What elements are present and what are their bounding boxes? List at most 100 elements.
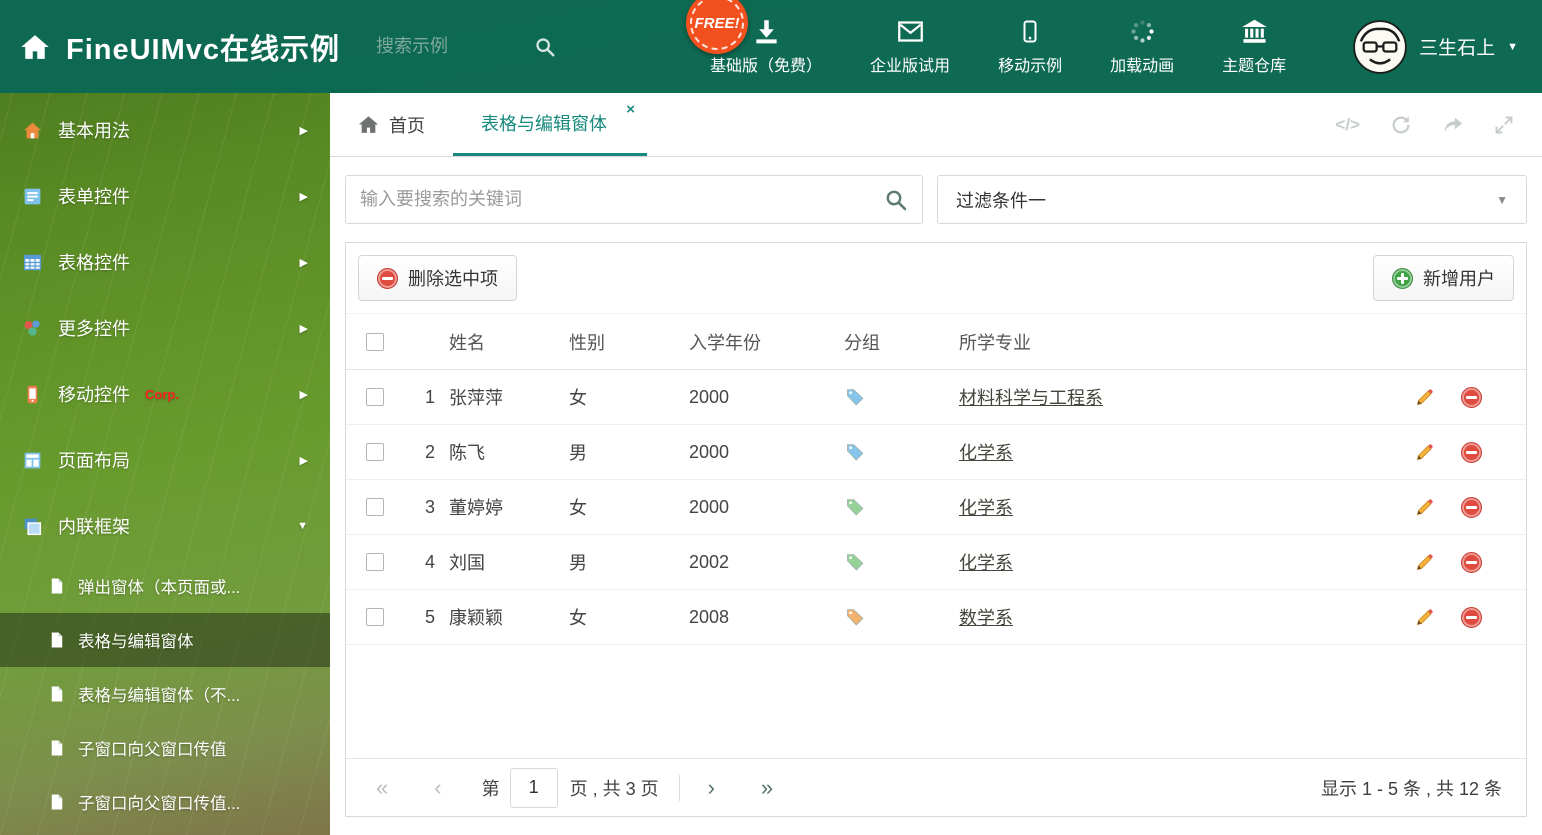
sidebar-item-more-controls[interactable]: 更多控件 ▶	[0, 295, 330, 361]
plus-circle-icon	[1392, 267, 1413, 289]
cell-gender: 女	[569, 498, 587, 518]
last-page-button[interactable]: »	[755, 776, 779, 799]
file-icon	[48, 739, 66, 757]
delete-row-icon[interactable]	[1461, 551, 1482, 573]
sidebar-subitem-child-to-parent[interactable]: 子窗口向父窗口传值	[0, 721, 330, 775]
sidebar-subitem-label: 表格与编辑窗体	[78, 633, 194, 651]
major-link[interactable]: 化学系	[959, 443, 1013, 463]
layout-icon	[22, 450, 43, 471]
tab-home[interactable]: 首页	[330, 93, 453, 156]
edit-icon[interactable]	[1414, 387, 1435, 408]
share-icon[interactable]	[1442, 114, 1464, 136]
sidebar-subitem-label: 子窗口向父窗口传值...	[78, 795, 241, 813]
search-icon[interactable]	[884, 188, 908, 212]
edit-icon[interactable]	[1414, 442, 1435, 463]
free-badge-text: FREE!	[694, 14, 740, 32]
keyword-search-input[interactable]	[360, 189, 884, 210]
form-icon	[22, 186, 43, 207]
nav-label: 加载动画	[1110, 57, 1175, 75]
table-row: 4 刘国 男 2002 化学系	[346, 535, 1526, 590]
row-checkbox[interactable]	[366, 388, 384, 406]
mobile-icon	[1018, 18, 1042, 45]
cell-name: 张萍萍	[449, 388, 503, 408]
chevron-right-icon: ▶	[299, 388, 308, 401]
header-search-input[interactable]	[376, 36, 527, 57]
sidebar-subitem-child-to-parent-2[interactable]: 子窗口向父窗口传值...	[0, 775, 330, 829]
home-icon[interactable]	[20, 32, 50, 62]
edit-icon[interactable]	[1414, 607, 1435, 628]
page-number-input[interactable]	[509, 767, 558, 808]
row-checkbox[interactable]	[366, 443, 384, 461]
column-name[interactable]: 姓名	[449, 329, 569, 355]
table-row: 1 张萍萍 女 2000 材料科学与工程系	[346, 370, 1526, 425]
sidebar-item-mobile-controls[interactable]: 移动控件 Corp. ▶	[0, 361, 330, 427]
file-icon	[48, 577, 66, 595]
nav-theme-store[interactable]: 主题仓库	[1198, 18, 1310, 76]
sidebar: 基本用法 ▶ 表单控件 ▶ 表格控件 ▶ 更多控件 ▶ 移动控件 Corp. ▶…	[0, 93, 330, 835]
code-icon[interactable]: </>	[1335, 115, 1360, 135]
row-checkbox[interactable]	[366, 553, 384, 571]
filter-row: 过滤条件一 ▼	[345, 175, 1527, 224]
header-search	[376, 36, 576, 58]
brand[interactable]: FineUIMvc在线示例	[20, 26, 340, 68]
nav-enterprise-trial[interactable]: 企业版试用	[846, 18, 974, 76]
column-gender[interactable]: 性别	[569, 329, 689, 355]
chevron-right-icon: ▶	[299, 454, 308, 467]
first-page-button[interactable]: «	[370, 776, 394, 799]
delete-row-icon[interactable]	[1461, 496, 1482, 518]
search-icon[interactable]	[534, 36, 556, 58]
user-menu[interactable]: 三生石上 ▼	[1353, 19, 1518, 74]
page-prefix-label: 第	[481, 778, 500, 799]
caret-down-icon: ▼	[1496, 192, 1508, 207]
refresh-icon[interactable]	[1390, 114, 1412, 136]
sidebar-item-form-controls[interactable]: 表单控件 ▶	[0, 163, 330, 229]
close-icon[interactable]: ×	[626, 101, 635, 118]
tag-icon	[844, 442, 959, 463]
sidebar-subitem-grid-edit-window[interactable]: 表格与编辑窗体	[0, 613, 330, 667]
download-icon	[753, 18, 780, 45]
major-link[interactable]: 化学系	[959, 553, 1013, 573]
tag-icon	[844, 552, 959, 573]
envelope-icon	[896, 18, 925, 45]
delete-row-icon[interactable]	[1461, 441, 1482, 463]
delete-row-icon[interactable]	[1461, 386, 1482, 408]
tab-strip: 首页 表格与编辑窗体 × </>	[330, 93, 1542, 157]
keyword-search-box	[345, 175, 923, 224]
major-link[interactable]: 数学系	[959, 608, 1013, 628]
spinner-icon	[1129, 18, 1156, 45]
tab-label: 表格与编辑窗体	[481, 114, 607, 134]
sidebar-subitem-grid-edit-window-2[interactable]: 表格与编辑窗体（不...	[0, 667, 330, 721]
expand-icon[interactable]	[1494, 115, 1514, 135]
nav-mobile-demo[interactable]: 移动示例	[974, 18, 1086, 76]
delete-row-icon[interactable]	[1461, 606, 1482, 628]
next-page-button[interactable]: ›	[702, 776, 721, 799]
major-link[interactable]: 化学系	[959, 498, 1013, 518]
tag-icon	[844, 497, 959, 518]
content: 过滤条件一 ▼ 删除选中项 新增用户	[330, 157, 1542, 835]
nav-loading-animation[interactable]: 加载动画	[1086, 18, 1198, 76]
table-row: 3 董婷婷 女 2000 化学系	[346, 480, 1526, 535]
sidebar-item-page-layout[interactable]: 页面布局 ▶	[0, 427, 330, 493]
edit-icon[interactable]	[1414, 552, 1435, 573]
column-group[interactable]: 分组	[844, 329, 959, 355]
prev-page-button[interactable]: ‹	[428, 776, 447, 799]
edit-icon[interactable]	[1414, 497, 1435, 518]
filter-dropdown[interactable]: 过滤条件一 ▼	[937, 175, 1527, 224]
tab-grid-edit-window[interactable]: 表格与编辑窗体 ×	[453, 93, 647, 156]
sidebar-subitem-popup-window[interactable]: 弹出窗体（本页面或...	[0, 559, 330, 613]
add-user-button[interactable]: 新增用户	[1373, 255, 1514, 301]
sidebar-item-inline-frame[interactable]: 内联框架 ▼	[0, 493, 330, 559]
cell-year: 2002	[689, 551, 730, 572]
column-entrance-year[interactable]: 入学年份	[689, 329, 844, 355]
sidebar-item-label: 表单控件	[58, 187, 130, 207]
major-link[interactable]: 材料科学与工程系	[959, 388, 1103, 408]
row-checkbox[interactable]	[366, 498, 384, 516]
select-all-checkbox[interactable]	[366, 332, 384, 351]
delete-selected-button[interactable]: 删除选中项	[358, 255, 517, 301]
sidebar-item-basic-usage[interactable]: 基本用法 ▶	[0, 97, 330, 163]
sidebar-item-grid-controls[interactable]: 表格控件 ▶	[0, 229, 330, 295]
row-checkbox[interactable]	[366, 608, 384, 626]
corp-badge: Corp.	[145, 386, 179, 402]
column-major[interactable]: 所学专业	[959, 329, 1414, 355]
record-summary: 显示 1 - 5 条 , 共 12 条	[1320, 778, 1502, 799]
